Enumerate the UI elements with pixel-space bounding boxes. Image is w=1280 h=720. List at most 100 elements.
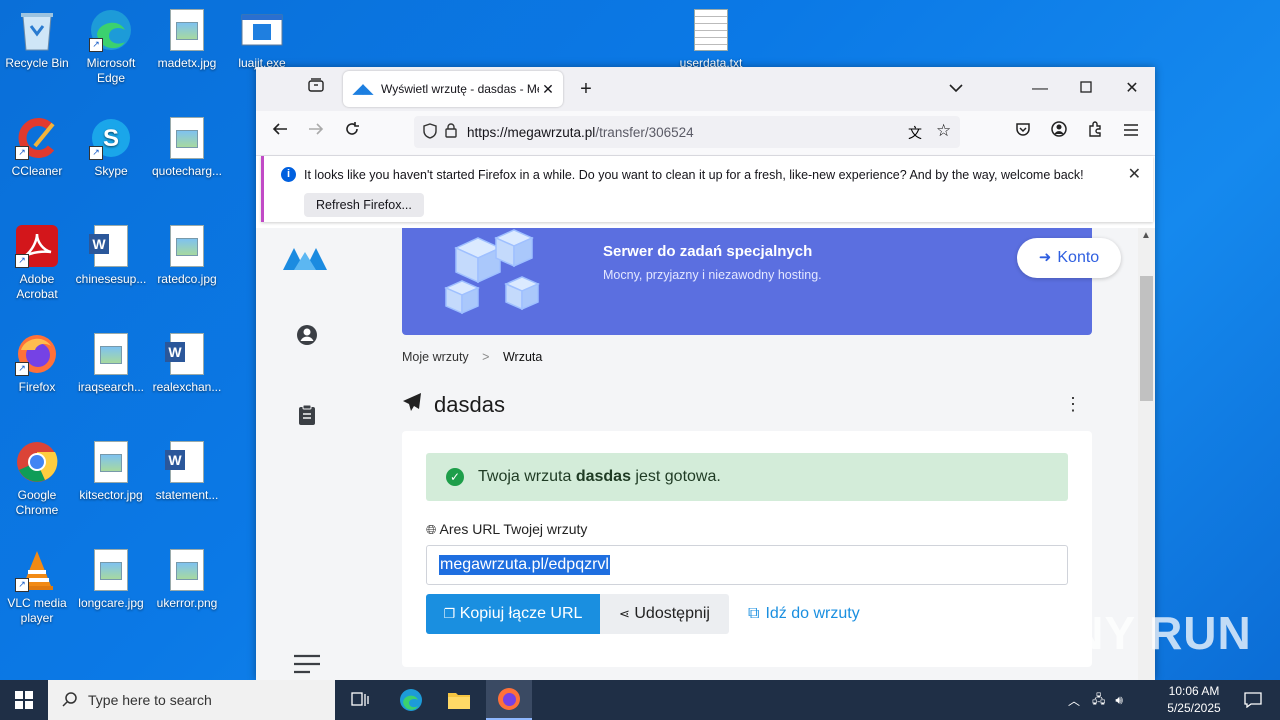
maximize-icon[interactable] — [1072, 75, 1100, 103]
share-icon: ⋖ — [619, 606, 630, 621]
desktop-icon-luajit[interactable]: luajit.exe — [225, 8, 299, 71]
new-tab-icon[interactable]: + — [572, 75, 600, 103]
hamburger-menu-icon[interactable] — [292, 652, 322, 674]
taskbar-file-explorer-icon[interactable] — [436, 680, 482, 720]
account-icon[interactable] — [1045, 119, 1073, 147]
forward-icon[interactable] — [302, 119, 330, 147]
image-file-icon — [165, 116, 209, 160]
tab-close-icon[interactable]: ✕ — [539, 81, 557, 98]
desktop-icon-edge[interactable]: ↗ Microsoft Edge — [74, 8, 148, 86]
desktop-icon-label: statement... — [155, 488, 219, 502]
desktop-icon-userdata[interactable]: userdata.txt — [674, 8, 748, 71]
tab-active[interactable]: ◢◣ Wyświetl wrzutę - dasdas - Meg ✕ — [343, 71, 563, 107]
share-url-field[interactable]: megawrzuta.pl/edpqzrvl — [426, 545, 1068, 585]
shortcut-arrow-icon: ↗ — [15, 146, 29, 160]
refresh-firefox-button[interactable]: Refresh Firefox... — [304, 193, 424, 217]
desktop-icon-longcare[interactable]: longcare.jpg — [74, 548, 148, 611]
desktop-icon-ukerror[interactable]: ukerror.png — [150, 548, 224, 611]
desktop-icon-statement[interactable]: W statement... — [150, 440, 224, 503]
shortcut-arrow-icon: ↗ — [89, 38, 103, 52]
breadcrumb-root[interactable]: Moje wrzuty — [402, 350, 469, 364]
bookmark-star-icon[interactable]: ☆ — [936, 121, 951, 141]
success-alert: ✓ Twoja wrzuta dasdas jest gotowa. — [426, 453, 1068, 501]
text-file-icon — [689, 8, 733, 52]
copy-url-label: Kopiuj łącze URL — [459, 605, 583, 622]
desktop-icon-label: Skype — [94, 164, 128, 178]
desktop-icon-label: iraqsearch... — [77, 380, 145, 394]
address-bar[interactable]: https://megawrzuta.pl/transfer/306524 文 … — [414, 116, 960, 148]
konto-label: Konto — [1057, 249, 1100, 266]
share-card: ✓ Twoja wrzuta dasdas jest gotowa. 🌐︎ Ar… — [402, 431, 1092, 667]
scroll-up-icon[interactable]: ▲ — [1141, 230, 1151, 241]
copy-url-button[interactable]: ❐ Kopiuj łącze URL — [426, 594, 600, 634]
firefox-window: ◢◣ Wyświetl wrzutę - dasdas - Meg ✕ + — … — [256, 67, 1155, 680]
go-to-upload-link[interactable]: ⧉ Idź do wrzuty — [748, 594, 860, 634]
network-icon[interactable]: 🖧︎ — [1092, 690, 1105, 711]
windows-start-icon[interactable] — [0, 680, 48, 720]
breadcrumb: Moje wrzuty > Wrzuta — [402, 350, 542, 364]
desktop-icon-vlc[interactable]: ↗ VLC media player — [0, 548, 74, 626]
scrollbar-thumb[interactable] — [1140, 276, 1153, 401]
more-options-icon[interactable]: ⋮ — [1064, 394, 1082, 415]
firefox-view-icon[interactable] — [302, 75, 330, 103]
share-button[interactable]: ⋖ Udostępnij — [600, 594, 729, 634]
word-document-icon: W — [165, 332, 209, 376]
desktop-icon-kitsector[interactable]: kitsector.jpg — [74, 440, 148, 503]
site-sidebar — [256, 228, 356, 680]
desktop-icon-label: ratedco.jpg — [157, 272, 217, 286]
megawrzuta-logo-icon[interactable] — [283, 246, 331, 277]
tracking-shield-icon[interactable] — [423, 122, 437, 142]
desktop-icon-ccleaner[interactable]: ↗ CCleaner — [0, 116, 74, 179]
task-view-icon[interactable] — [337, 680, 383, 720]
url-label-bold: Ares URL — [439, 521, 500, 537]
taskbar-edge-icon[interactable] — [388, 680, 434, 720]
desktop-icon-label: realexchan... — [152, 380, 222, 394]
show-hidden-icons-icon[interactable]: ︿ — [1068, 692, 1080, 709]
app-menu-icon[interactable] — [1117, 119, 1145, 147]
desktop-icon-ratedco[interactable]: ratedco.jpg — [150, 224, 224, 287]
hosting-banner[interactable]: Serwer do zadań specjalnych Mocny, przyj… — [402, 228, 1092, 335]
desktop-icon-skype[interactable]: S ↗ Skype — [74, 116, 148, 179]
taskbar-firefox-icon[interactable] — [486, 680, 532, 720]
clock-date: 5/25/2025 — [1167, 701, 1221, 715]
url-label-rest: Twojej wrzuty — [503, 521, 588, 537]
notification-close-icon[interactable]: ✕ — [1128, 164, 1141, 184]
edge-icon: ↗ — [89, 8, 133, 52]
desktop-icon-realexchan[interactable]: W realexchan... — [150, 332, 224, 395]
list-all-tabs-icon[interactable] — [942, 75, 970, 103]
desktop-icon-iraqsearch[interactable]: iraqsearch... — [74, 332, 148, 395]
url-label: 🌐︎ Ares URL Twojej wrzuty — [426, 521, 587, 538]
banner-title: Serwer do zadań specjalnych — [603, 243, 813, 260]
extensions-icon[interactable] — [1081, 119, 1109, 147]
clipboard-icon[interactable] — [296, 404, 318, 426]
desktop-icon-chrome[interactable]: Google Chrome — [0, 440, 74, 518]
taskbar-search-box[interactable]: Type here to search — [48, 680, 335, 720]
lock-icon[interactable] — [445, 123, 457, 141]
desktop-icon-recycle-bin[interactable]: Recycle Bin — [0, 8, 74, 71]
konto-button[interactable]: ➜ Konto — [1017, 238, 1121, 278]
desktop-icon-label: Google Chrome — [15, 488, 59, 517]
alert-suffix: jest gotowa. — [635, 468, 721, 485]
taskbar-clock[interactable]: 10:06 AM 5/25/2025 — [1160, 683, 1228, 717]
reload-icon[interactable] — [338, 119, 366, 147]
desktop-icon-firefox[interactable]: ↗ Firefox — [0, 332, 74, 395]
clock-time: 10:06 AM — [1168, 684, 1220, 698]
desktop-icon-chinesesup[interactable]: W chinesesup... — [74, 224, 148, 287]
info-icon: i — [281, 167, 296, 182]
minimize-icon[interactable]: — — [1026, 75, 1054, 103]
user-icon[interactable] — [296, 324, 318, 346]
share-url-value: megawrzuta.pl/edpqzrvl — [439, 555, 610, 575]
recycle-bin-icon — [15, 8, 59, 52]
translate-icon[interactable]: 文 — [908, 123, 922, 143]
volume-icon[interactable]: 🔊︎ — [1115, 693, 1123, 708]
desktop-icon-quotecharg[interactable]: quotecharg... — [150, 116, 224, 179]
taskbar: Type here to search ︿ 🖧︎ 🔊︎ 10:06 AM 5/2… — [0, 680, 1280, 720]
image-file-icon — [89, 332, 133, 376]
pocket-icon[interactable] — [1009, 119, 1037, 147]
back-icon[interactable] — [266, 119, 294, 147]
desktop-icon-acrobat[interactable]: ↗ Adobe Acrobat — [0, 224, 74, 302]
globe-icon: 🌐︎ — [426, 522, 437, 537]
notifications-icon[interactable] — [1230, 680, 1276, 720]
close-window-icon[interactable]: ✕ — [1118, 75, 1146, 103]
desktop-icon-madetx[interactable]: madetx.jpg — [150, 8, 224, 71]
